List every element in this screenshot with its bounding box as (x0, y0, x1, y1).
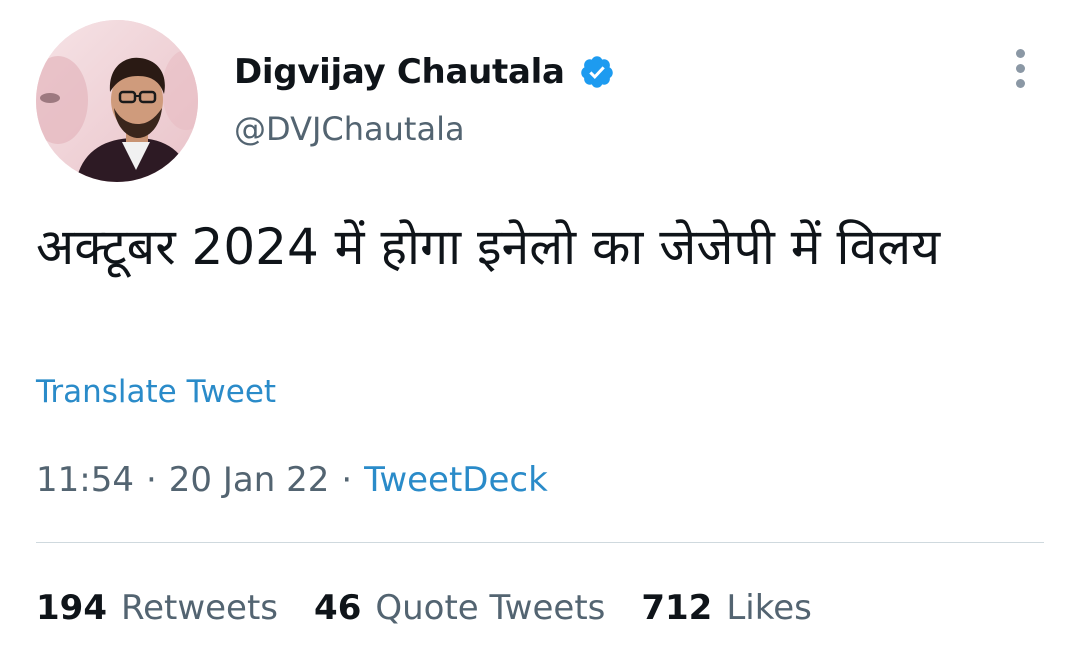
tweet-time[interactable]: 11:54 (36, 460, 134, 500)
quote-tweets-stat[interactable]: 46 Quote Tweets (314, 588, 605, 628)
likes-stat[interactable]: 712 Likes (641, 588, 811, 628)
likes-count: 712 (641, 588, 713, 628)
quote-tweets-label: Quote Tweets (375, 588, 606, 628)
quote-tweets-count: 46 (314, 588, 362, 628)
tweet-stats: 194 Retweets 46 Quote Tweets 712 Likes (36, 588, 812, 628)
retweets-stat[interactable]: 194 Retweets (36, 588, 278, 628)
avatar-image (36, 20, 198, 182)
meta-separator: · (341, 460, 353, 500)
author-handle[interactable]: @DVJChautala (234, 110, 465, 148)
author-display-name[interactable]: Digvijay Chautala (234, 52, 565, 92)
retweets-label: Retweets (120, 588, 279, 628)
more-vertical-icon-dot (1015, 78, 1025, 88)
tweet-meta: 11:54 · 20 Jan 22 · TweetDeck (36, 460, 548, 500)
tweet-date[interactable]: 20 Jan 22 (169, 460, 330, 500)
avatar[interactable] (36, 20, 198, 182)
more-options-button[interactable] (1000, 42, 1040, 94)
more-vertical-icon-dot (1015, 63, 1025, 73)
more-vertical-icon (1015, 48, 1025, 58)
verified-badge-icon (579, 54, 615, 90)
tweet-text: अक्टूबर 2024 में होगा इनेलो का जेजेपी मे… (36, 218, 941, 276)
retweets-count: 194 (36, 588, 107, 628)
meta-separator: · (145, 460, 157, 500)
author-name-row: Digvijay Chautala (234, 48, 615, 96)
likes-label: Likes (726, 588, 812, 628)
divider (36, 542, 1044, 543)
tweet-source-link[interactable]: TweetDeck (364, 460, 548, 500)
translate-tweet-link[interactable]: Translate Tweet (36, 374, 276, 410)
